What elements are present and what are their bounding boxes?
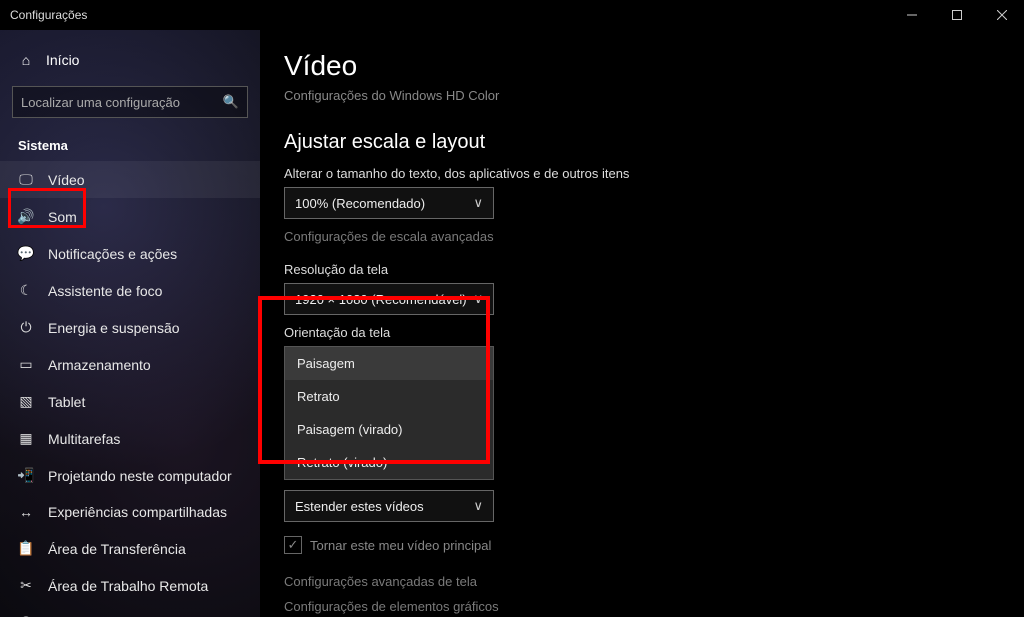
hd-color-link[interactable]: Configurações do Windows HD Color [284, 88, 1024, 103]
graphics-settings-link[interactable]: Configurações de elementos gráficos [284, 599, 1024, 614]
titlebar: Configurações [0, 0, 1024, 30]
search-input[interactable] [21, 95, 223, 110]
page-title: Vídeo [284, 50, 1024, 82]
projecting-icon: 📲 [18, 467, 34, 484]
storage-icon: ▭ [18, 356, 34, 373]
shared-icon: ↔ [18, 504, 34, 520]
orientation-option[interactable]: Retrato (virado) [285, 446, 493, 479]
advanced-scale-link[interactable]: Configurações de escala avançadas [284, 229, 1024, 244]
sidebar-item-energia-e-suspens-o[interactable]: ⏻ Energia e suspensão [0, 309, 260, 346]
orientation-option[interactable]: Paisagem (virado) [285, 413, 493, 446]
main-content: Vídeo Configurações do Windows HD Color … [260, 30, 1024, 617]
sound-icon: 🔊 [18, 208, 34, 225]
multitasking-icon: ▦ [18, 430, 34, 447]
display-icon: 🖵 [18, 171, 34, 188]
sidebar-item-label: Área de Trabalho Remota [48, 578, 208, 594]
sidebar-item-projetando-neste-computador[interactable]: 📲 Projetando neste computador [0, 457, 260, 494]
window-title: Configurações [10, 8, 87, 22]
search-box[interactable]: 🔍 [12, 86, 248, 118]
multiple-displays-value: Estender estes vídeos [295, 499, 424, 514]
chevron-down-icon: ∨ [473, 195, 483, 211]
sidebar-item-som[interactable]: 🔊 Som [0, 198, 260, 235]
settings-window: Configurações ⌂ Início 🔍 [0, 0, 1024, 617]
sidebar-section-label: Sistema [0, 128, 260, 161]
sidebar-item--rea-de-trabalho-remota[interactable]: ✂ Área de Trabalho Remota [0, 567, 260, 604]
checkbox-icon: ✓ [284, 536, 302, 554]
scale-combo[interactable]: 100% (Recomendado) ∨ [284, 187, 494, 219]
sidebar-item-label: Vídeo [48, 172, 85, 188]
orientation-option[interactable]: Paisagem [285, 347, 493, 380]
notifications-icon: 💬 [18, 245, 34, 262]
sidebar-item-label: Notificações e ações [48, 246, 177, 262]
tablet-icon: ▧ [18, 393, 34, 410]
remote-desktop-icon: ✂ [18, 577, 34, 594]
sidebar-item-v-deo[interactable]: 🖵 Vídeo [0, 161, 260, 198]
minimize-button[interactable] [889, 0, 934, 30]
sidebar-item-label: Assistente de foco [48, 283, 162, 299]
home-icon: ⌂ [18, 52, 34, 68]
sidebar-home[interactable]: ⌂ Início [0, 40, 260, 80]
make-primary-label: Tornar este meu vídeo principal [310, 538, 491, 553]
sidebar-home-label: Início [46, 52, 79, 68]
sidebar-item-label: Experiências compartilhadas [48, 504, 227, 520]
scale-layout-heading: Ajustar escala e layout [284, 131, 1024, 154]
sidebar-item-label: Energia e suspensão [48, 320, 180, 336]
resolution-label: Resolução da tela [284, 262, 1024, 277]
resolution-combo[interactable]: 1920 × 1080 (Recomendável) ∨ [284, 283, 494, 315]
make-primary-row[interactable]: ✓ Tornar este meu vídeo principal [284, 536, 1024, 554]
sidebar-item-multitarefas[interactable]: ▦ Multitarefas [0, 420, 260, 457]
sidebar-item-armazenamento[interactable]: ▭ Armazenamento [0, 346, 260, 383]
power-icon: ⏻ [18, 319, 34, 336]
sidebar-item-label: Tablet [48, 394, 85, 410]
multiple-displays-combo[interactable]: Estender estes vídeos ∨ [284, 490, 494, 522]
orientation-option[interactable]: Retrato [285, 380, 493, 413]
sidebar-item-label: Armazenamento [48, 357, 151, 373]
clipboard-icon: 📋 [18, 540, 34, 557]
sidebar-item-label: Som [48, 209, 77, 225]
window-controls [889, 0, 1024, 30]
chevron-down-icon: ∨ [473, 291, 483, 307]
chevron-down-icon: ∨ [473, 498, 483, 514]
focus-assist-icon: ☾ [18, 282, 34, 299]
sidebar-item-tablet[interactable]: ▧ Tablet [0, 383, 260, 420]
sidebar-item-assistente-de-foco[interactable]: ☾ Assistente de foco [0, 272, 260, 309]
sidebar-item-label: Multitarefas [48, 431, 120, 447]
orientation-dropdown-open[interactable]: PaisagemRetratoPaisagem (virado)Retrato … [284, 346, 494, 480]
sidebar-item--rea-de-transfer-ncia[interactable]: 📋 Área de Transferência [0, 530, 260, 567]
sidebar-item-label: Área de Transferência [48, 541, 186, 557]
maximize-button[interactable] [934, 0, 979, 30]
scale-combo-value: 100% (Recomendado) [295, 196, 425, 211]
sidebar-item-sobre[interactable]: ⓘSobre [0, 604, 260, 617]
scale-label: Alterar o tamanho do texto, dos aplicati… [284, 166, 1024, 181]
search-icon: 🔍 [223, 94, 239, 110]
resolution-combo-value: 1920 × 1080 (Recomendável) [295, 292, 467, 307]
sidebar: ⌂ Início 🔍 Sistema 🖵 Vídeo 🔊 Som 💬 Notificaçõ… [0, 30, 260, 617]
sidebar-item-label: Projetando neste computador [48, 468, 232, 484]
orientation-label: Orientação da tela [284, 325, 1024, 340]
close-button[interactable] [979, 0, 1024, 30]
sidebar-item-notifica-es-e-a-es[interactable]: 💬 Notificações e ações [0, 235, 260, 272]
sidebar-item-experi-ncias-compartilhadas[interactable]: ↔ Experiências compartilhadas [0, 494, 260, 530]
advanced-display-link[interactable]: Configurações avançadas de tela [284, 574, 1024, 589]
